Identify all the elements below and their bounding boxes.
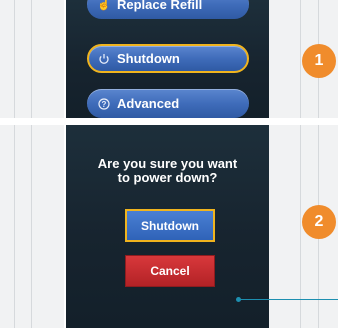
step-badge-1: 1 [302, 44, 336, 78]
cancel-button[interactable]: Cancel [125, 255, 215, 287]
replace-refill-button[interactable]: ☝ Replace Refill [87, 0, 249, 19]
step-number: 1 [314, 52, 324, 69]
bezel-edge [14, 0, 15, 118]
device-bezel-left [0, 0, 64, 118]
panel-separator [0, 118, 338, 125]
step-number: 2 [314, 213, 324, 230]
question-icon: ? [97, 97, 111, 111]
confirm-prompt-line1: Are you sure you want [97, 156, 238, 171]
confirm-shutdown-button[interactable]: Shutdown [125, 209, 215, 242]
callout-line [239, 299, 338, 300]
bezel-edge [300, 125, 301, 328]
bezel-edge [31, 125, 32, 328]
shutdown-button[interactable]: Shutdown [87, 44, 249, 73]
device-screen: ☝ Replace Refill Shutdown ? Advanced [66, 0, 269, 118]
bezel-edge [300, 0, 301, 118]
svg-text:?: ? [102, 100, 107, 109]
bezel-edge [31, 0, 32, 118]
cancel-label: Cancel [150, 264, 190, 278]
step-badge-2: 2 [302, 205, 336, 239]
advanced-button[interactable]: ? Advanced [87, 89, 249, 118]
advanced-label: Advanced [117, 96, 180, 111]
replace-refill-label: Replace Refill [117, 0, 203, 12]
confirm-shutdown-label: Shutdown [141, 218, 199, 233]
bezel-edge [14, 125, 15, 328]
power-icon [97, 52, 111, 66]
device-bezel-left [0, 125, 64, 328]
hand-icon: ☝ [97, 0, 111, 11]
shutdown-label: Shutdown [117, 51, 180, 66]
confirm-prompt-line2: to power down? [117, 170, 218, 185]
